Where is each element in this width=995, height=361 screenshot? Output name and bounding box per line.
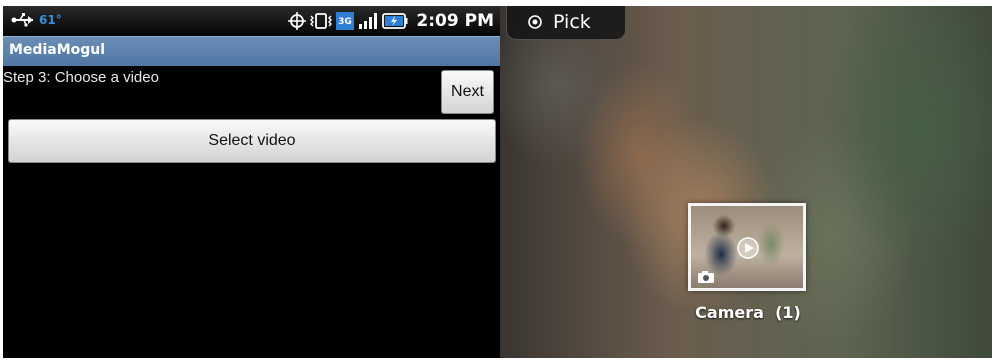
usb-icon: [11, 13, 33, 27]
temperature-readout: 61°: [39, 13, 62, 27]
select-video-button[interactable]: Select video: [8, 119, 496, 163]
next-button[interactable]: Next: [441, 70, 494, 114]
camera-album-thumbnail[interactable]: [688, 203, 806, 291]
app-title: MediaMogul: [9, 42, 106, 58]
app-title-bar: MediaMogul: [3, 36, 500, 66]
3g-icon: 3G: [336, 12, 355, 30]
camera-icon: [698, 271, 714, 283]
battery-icon: [382, 13, 408, 29]
gallery-pick-screen: Pick Camera (1): [500, 6, 992, 358]
step-label: Step 3: Choose a video: [3, 69, 159, 86]
svg-text:3G: 3G: [339, 17, 353, 27]
signal-icon: [359, 13, 378, 29]
status-bar: 61° 3G 2:09 PM: [3, 6, 500, 36]
album-caption[interactable]: Camera (1): [660, 303, 836, 322]
vibrate-icon: [310, 13, 333, 29]
pick-label: Pick: [553, 11, 591, 33]
media-mogul-screen: 61° 3G 2:09 PM MediaMogul Step 3: Choose…: [3, 6, 500, 358]
play-icon: [737, 237, 759, 259]
pick-header: Pick: [506, 6, 626, 40]
gps-icon: [288, 12, 307, 30]
clock: 2:09 PM: [416, 11, 494, 31]
target-icon: [528, 15, 542, 29]
